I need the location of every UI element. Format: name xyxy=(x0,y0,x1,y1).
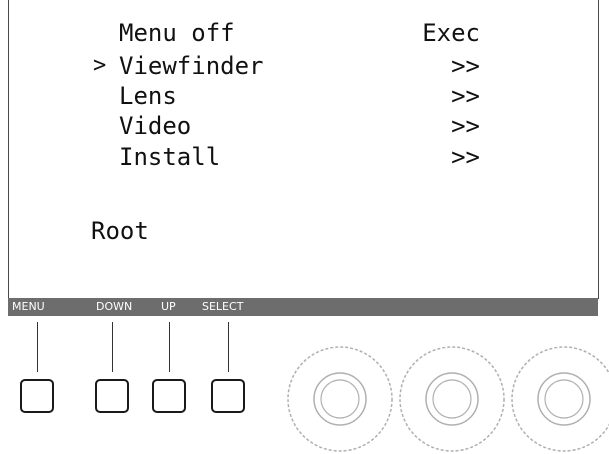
rotary-knob-3[interactable] xyxy=(509,344,609,454)
down-leader-line xyxy=(112,322,113,372)
up-leader-line xyxy=(169,322,170,372)
softkey-label-menu: MENU xyxy=(12,300,45,313)
up-hardware-button[interactable] xyxy=(152,379,186,413)
softkey-label-select: SELECT xyxy=(202,300,244,313)
menu-item-label: Install xyxy=(119,143,221,171)
menu-item-value: >> xyxy=(451,52,480,80)
menu-hardware-button[interactable] xyxy=(20,379,54,413)
menu-item-label: Menu off xyxy=(119,19,235,47)
menu-item-label: Video xyxy=(119,112,192,140)
menu-item-value: >> xyxy=(451,112,480,140)
softkey-label-down: DOWN xyxy=(96,300,133,313)
menu-item-value: Exec xyxy=(422,19,480,47)
menu-item-value: >> xyxy=(451,143,480,171)
menu-item-lens[interactable]: Lens >> xyxy=(9,81,598,111)
menu-level-label: Root xyxy=(91,217,149,245)
menu-leader-line xyxy=(37,322,38,372)
menu-item-label: Lens xyxy=(119,82,177,110)
select-hardware-button[interactable] xyxy=(211,379,245,413)
menu-item-label: Viewfinder xyxy=(119,52,264,80)
down-hardware-button[interactable] xyxy=(95,379,129,413)
softkey-label-up: UP xyxy=(161,300,176,313)
lcd-screen: Menu off Exec > Viewfinder >> Lens >> Vi… xyxy=(8,0,599,299)
rotary-knob-1[interactable] xyxy=(285,344,395,454)
selection-cursor-icon: > xyxy=(93,53,107,78)
menu-item-video[interactable]: Video >> xyxy=(9,111,598,141)
select-leader-line xyxy=(228,322,229,372)
menu-item-viewfinder[interactable]: > Viewfinder >> xyxy=(9,51,598,81)
menu-item-value: >> xyxy=(451,82,480,110)
menu-item-install[interactable]: Install >> xyxy=(9,142,598,172)
rotary-knob-2[interactable] xyxy=(397,344,507,454)
softkey-bar: MENU DOWN UP SELECT xyxy=(8,298,598,316)
menu-item-menu-off[interactable]: Menu off Exec xyxy=(9,18,598,48)
